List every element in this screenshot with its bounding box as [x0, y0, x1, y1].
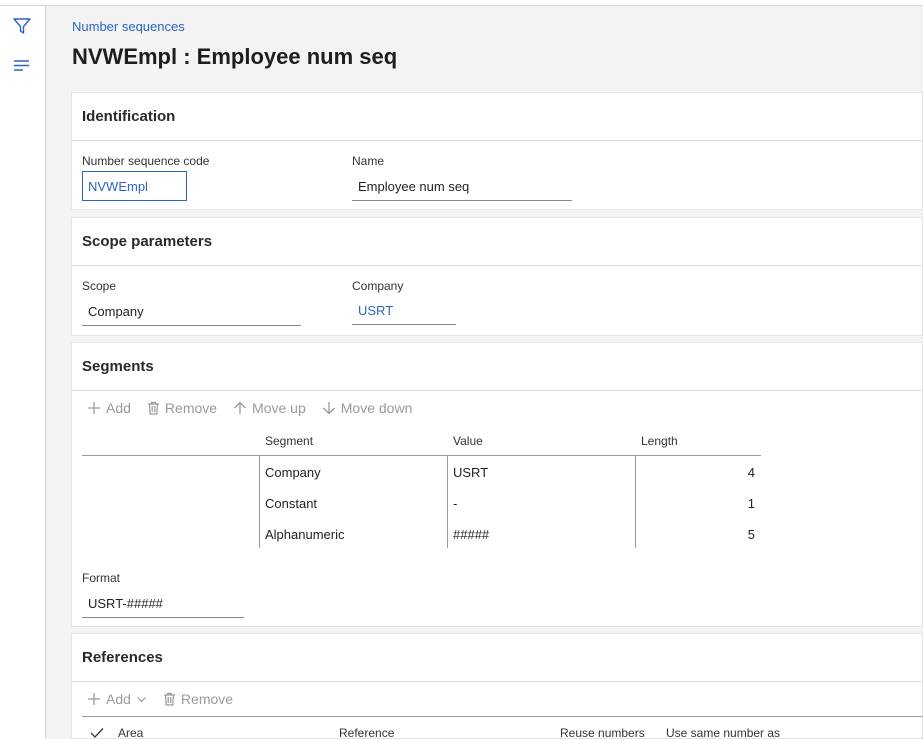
- number-sequence-code-field[interactable]: NVWEmpl: [82, 171, 187, 201]
- column-header-use-same-number-as[interactable]: Use same number as: [666, 726, 780, 739]
- segments-toolbar: Add Remove Move up Move down: [87, 400, 412, 416]
- company-label: Company: [352, 279, 404, 293]
- left-action-pane: [0, 6, 46, 739]
- plus-icon: [88, 402, 100, 414]
- segments-heading[interactable]: Segments: [72, 343, 922, 391]
- arrow-down-icon: [322, 402, 335, 415]
- column-header-value[interactable]: Value: [453, 434, 483, 448]
- format-field[interactable]: USRT-#####: [82, 588, 244, 618]
- references-heading[interactable]: References: [72, 634, 922, 682]
- move-down-button[interactable]: Move down: [322, 400, 413, 416]
- remove-segment-label: Remove: [164, 400, 218, 416]
- column-header-area[interactable]: Area: [118, 726, 143, 739]
- scope-parameters-heading[interactable]: Scope parameters: [72, 218, 922, 266]
- add-segment-button[interactable]: Add: [87, 400, 131, 416]
- move-down-label: Move down: [340, 400, 413, 416]
- chevron-down-icon: [136, 696, 146, 702]
- top-border: [0, 0, 923, 6]
- plus-icon: [88, 693, 100, 705]
- trash-icon: [163, 692, 175, 706]
- breadcrumb[interactable]: Number sequences: [72, 19, 185, 34]
- segment-cell[interactable]: Alphanumeric: [265, 527, 345, 542]
- segment-cell[interactable]: Company: [265, 465, 321, 480]
- trash-icon: [147, 401, 159, 415]
- name-field[interactable]: Employee num seq: [352, 171, 572, 201]
- value-cell[interactable]: -: [453, 496, 457, 511]
- column-header-length[interactable]: Length: [641, 434, 678, 448]
- value-cell[interactable]: USRT: [453, 465, 488, 480]
- remove-reference-button[interactable]: Remove: [163, 691, 233, 707]
- arrow-up-icon: [234, 401, 247, 414]
- move-up-button[interactable]: Move up: [233, 400, 306, 416]
- scope-parameters-section: Scope parameters Scope Company Company U…: [71, 217, 923, 336]
- format-label: Format: [82, 571, 121, 585]
- references-section: References Add Remove Area Reference Reu…: [71, 633, 923, 739]
- segments-header-divider: [82, 455, 761, 456]
- scope-field[interactable]: Company: [82, 296, 301, 326]
- column-header-segment[interactable]: Segment: [265, 434, 313, 448]
- move-up-label: Move up: [252, 400, 306, 416]
- scope-label: Scope: [82, 279, 117, 293]
- remove-reference-label: Remove: [180, 691, 234, 707]
- name-label: Name: [352, 154, 385, 168]
- segments-column-divider: [635, 455, 636, 548]
- segments-column-divider: [447, 455, 448, 548]
- page-title: NVWEmpl : Employee num seq: [72, 44, 398, 69]
- select-all-checkmark-icon[interactable]: [90, 726, 104, 739]
- filter-icon[interactable]: [12, 16, 32, 36]
- column-header-reference[interactable]: Reference: [339, 726, 394, 739]
- references-toolbar: Add Remove: [87, 691, 233, 707]
- length-cell[interactable]: 1: [641, 496, 755, 511]
- identification-heading[interactable]: Identification: [72, 93, 922, 141]
- column-header-reuse-numbers[interactable]: Reuse numbers: [560, 726, 645, 739]
- length-cell[interactable]: 5: [641, 527, 755, 542]
- segments-column-divider: [259, 455, 260, 548]
- number-sequence-code-label: Number sequence code: [82, 154, 210, 168]
- add-reference-button[interactable]: Add: [87, 691, 147, 707]
- segments-section: Segments Add Remove Move up Move down Se…: [71, 342, 923, 627]
- remove-segment-button[interactable]: Remove: [147, 400, 217, 416]
- identification-section: Identification Number sequence code NVWE…: [71, 92, 923, 210]
- value-cell[interactable]: #####: [453, 527, 489, 542]
- hamburger-menu-icon[interactable]: [12, 56, 32, 76]
- add-reference-label: Add: [106, 691, 131, 707]
- length-cell[interactable]: 4: [641, 465, 755, 480]
- references-header-top-border: [82, 716, 923, 717]
- add-segment-label: Add: [106, 400, 131, 416]
- segment-cell[interactable]: Constant: [265, 496, 317, 511]
- company-field[interactable]: USRT: [352, 295, 456, 325]
